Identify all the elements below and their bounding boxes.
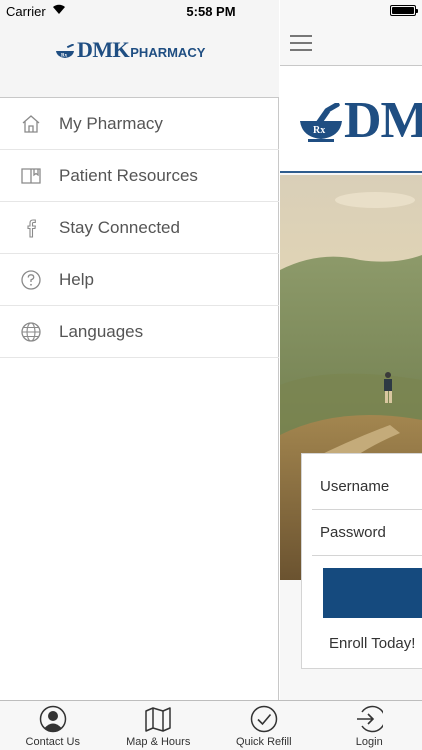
- tab-label: Quick Refill: [235, 736, 292, 748]
- facebook-icon: [27, 219, 36, 238]
- tab-map-hours[interactable]: Map & Hours: [106, 701, 212, 750]
- rx-badge: Rx: [61, 54, 68, 59]
- drawer-menu: My Pharmacy Patient Resources Stay Conne…: [0, 98, 279, 358]
- tab-login[interactable]: Login: [317, 701, 422, 750]
- checkmark-icon: [250, 705, 277, 733]
- tab-label: Login: [355, 736, 383, 748]
- drawer-brand-suffix: PHARMACY: [130, 45, 206, 60]
- enroll-link[interactable]: Enroll Today!: [329, 635, 415, 652]
- menu-item-help[interactable]: Help: [0, 254, 279, 306]
- menu-item-label: Help: [59, 270, 94, 289]
- tab-contact-us[interactable]: Contact Us: [0, 701, 106, 750]
- drawer-logo: Rx DMK PHARMACY: [55, 37, 206, 62]
- menu-item-stay-connected[interactable]: Stay Connected: [0, 202, 279, 254]
- rx-badge: Rx: [313, 125, 325, 136]
- menu-item-my-pharmacy[interactable]: My Pharmacy: [0, 98, 279, 150]
- menu-item-label: Patient Resources: [59, 166, 198, 185]
- contact-icon: [39, 705, 66, 733]
- globe-icon: [21, 322, 41, 342]
- login-icon: [357, 705, 384, 733]
- help-icon: [21, 270, 41, 290]
- tab-label: Contact Us: [25, 736, 80, 748]
- login-card: Enroll Today!: [301, 453, 422, 669]
- username-field[interactable]: [312, 464, 422, 510]
- main-content: Rx DM Username Enroll Today!: [280, 0, 422, 700]
- tab-bar: Contact Us Map & Hours Quick Refill Logi…: [0, 700, 422, 750]
- menu-item-languages[interactable]: Languages: [0, 306, 279, 358]
- tab-quick-refill[interactable]: Quick Refill: [211, 701, 317, 750]
- username-input[interactable]: [320, 478, 420, 495]
- drawer-brand-text: DMK: [77, 37, 130, 62]
- banner-brand-text: DM: [344, 92, 422, 149]
- banner-logo: Rx DM: [298, 92, 422, 149]
- login-button[interactable]: [323, 568, 422, 618]
- tab-label: Map & Hours: [126, 736, 191, 748]
- book-icon: [21, 168, 41, 184]
- home-icon: [22, 115, 40, 133]
- banner-logo-area: Rx DM: [280, 66, 422, 173]
- menu-item-label: My Pharmacy: [59, 114, 163, 133]
- side-drawer: Rx DMK PHARMACY My Pharmacy Patient Reso…: [0, 0, 279, 700]
- password-input[interactable]: [320, 524, 420, 541]
- hamburger-menu-icon[interactable]: [290, 35, 312, 51]
- battery-icon: [390, 5, 418, 16]
- status-bar: Carrier 5:58 PM: [0, 0, 422, 22]
- menu-item-label: Stay Connected: [59, 218, 180, 237]
- mortar-pestle-icon: Rx: [56, 44, 75, 59]
- status-time: 5:58 PM: [186, 4, 236, 19]
- menu-item-patient-resources[interactable]: Patient Resources: [0, 150, 279, 202]
- menu-item-label: Languages: [59, 322, 144, 341]
- mortar-pestle-icon: Rx: [300, 103, 342, 142]
- map-icon: [145, 707, 171, 732]
- password-field[interactable]: [312, 510, 422, 556]
